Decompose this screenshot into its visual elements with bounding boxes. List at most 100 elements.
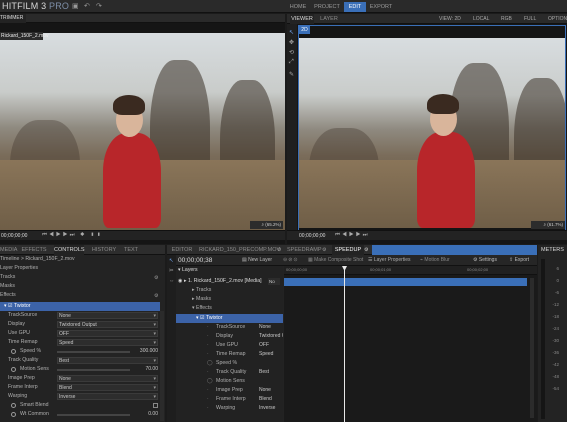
save-icon[interactable]: ▣	[72, 3, 79, 10]
tab-history[interactable]: HISTORY	[90, 245, 118, 255]
export-button[interactable]: ⇪ Export	[509, 255, 529, 266]
keyframe-toggle-icon[interactable]: ◯	[207, 378, 213, 384]
tab-speedup-gear-icon[interactable]: ⚙	[364, 247, 368, 253]
keyframe-toggle-icon[interactable]	[11, 367, 16, 372]
tab-speedup[interactable]: SPEEDUP	[332, 245, 364, 255]
control-prop-slider[interactable]	[57, 351, 130, 353]
timeline-scrollbar[interactable]	[530, 278, 534, 418]
tab-rickard-precomp[interactable]: RICKARD_150_PRECOMP.MOV	[199, 245, 280, 255]
nav-tab-edit[interactable]: EDIT	[344, 2, 366, 12]
tab-effects[interactable]: EFFECTS	[20, 245, 48, 255]
layer-blend-select[interactable]: No	[268, 278, 280, 285]
editor-prop-value[interactable]: Speed	[259, 351, 283, 358]
control-prop-dropdown[interactable]: None ▾	[57, 312, 158, 319]
new-layer-button[interactable]: ▤ New Layer	[242, 255, 272, 266]
options-menu[interactable]: OPTIONS	[548, 14, 567, 24]
pan-tool-icon[interactable]: ✥	[289, 39, 294, 46]
keyframe-toggle-icon[interactable]	[11, 403, 16, 408]
viewer-transport-buttons[interactable]: ⏮◀▶▶⏭	[335, 231, 370, 240]
undo-icon[interactable]: ↶	[84, 3, 91, 10]
control-prop-dropdown[interactable]: Inverse ▾	[57, 393, 158, 400]
tracks-gear-icon[interactable]: ⚙	[154, 275, 158, 281]
tab-layer[interactable]: LAYER	[319, 14, 339, 24]
keyframe-toggle-icon[interactable]: ◯	[207, 360, 213, 366]
layer-properties-button[interactable]: ☰ Layer Properties	[368, 255, 411, 266]
control-prop-dropdown[interactable]: Best ▾	[57, 357, 158, 364]
keyframe-toggle-icon[interactable]	[11, 349, 16, 354]
control-prop-slider[interactable]	[57, 414, 130, 416]
editor-prop-value[interactable]: None	[259, 387, 283, 394]
editor-panel: EDITOR RICKARD_150_PRECOMP.MOV ⚙ SPEEDRA…	[167, 245, 537, 422]
timeline-ruler[interactable]: 00;00;00;00 00;00;01;00 00;00;02;00	[284, 266, 537, 275]
tab-editor[interactable]: EDITOR	[169, 245, 195, 255]
trimmer-tab[interactable]: TRIMMER	[0, 14, 26, 23]
control-prop-dropdown[interactable]: OFF ▾	[57, 330, 158, 337]
mask-tool-icon[interactable]: ✎	[289, 71, 294, 78]
timeline-clip[interactable]	[284, 278, 527, 286]
layers-header[interactable]: ▾ Layers	[178, 266, 198, 275]
editor-prop-value[interactable]: Twixtored Ou	[259, 333, 283, 340]
tab-viewer[interactable]: VIEWER	[290, 14, 314, 24]
timeline-area[interactable]: 00;00;00;00 00;00;01;00 00;00;02;00	[284, 266, 537, 422]
section-layer-properties[interactable]: Layer Properties	[0, 264, 38, 273]
editor-slice-icon[interactable]: ✂	[169, 268, 174, 274]
trimmer-transport-buttons[interactable]: ⏮◀▶▶⏭ ◆ ▮▮	[42, 231, 103, 240]
tab-media[interactable]: MEDIA	[0, 245, 17, 255]
editor-select-icon[interactable]: ↖	[169, 258, 174, 264]
controls-scrollbar[interactable]	[160, 311, 164, 421]
layer-tracks[interactable]: ▸ Tracks	[192, 286, 211, 295]
effects-gear-icon[interactable]: ⚙	[154, 293, 158, 299]
editor-prop-value[interactable]: Best	[259, 369, 283, 376]
tab-text[interactable]: TEXT	[122, 245, 140, 255]
editor-slip-icon[interactable]: ⇔	[169, 278, 175, 284]
editor-prop-value[interactable]: Blend	[259, 396, 283, 403]
nav-tab-export[interactable]: EXPORT	[368, 2, 394, 12]
rotate-tool-icon[interactable]: ⟲	[289, 49, 294, 56]
viewer-video[interactable]	[299, 38, 565, 228]
layer-masks[interactable]: ▸ Masks	[192, 295, 211, 304]
motion-blur-button[interactable]: ⌁ Motion Blur	[420, 255, 450, 266]
editor-prop-value[interactable]: OFF	[259, 342, 283, 349]
space-select[interactable]: LOCAL	[473, 14, 489, 24]
trimmer-video[interactable]	[0, 33, 285, 230]
control-prop-dropdown[interactable]: Speed ▾	[57, 339, 158, 346]
layer-effects[interactable]: ▾ Effects	[192, 304, 212, 313]
trimmer-zoom[interactable]: ⌕ (65.2%)	[250, 221, 283, 229]
control-prop-number[interactable]: 0.00	[134, 411, 158, 418]
playhead[interactable]	[344, 266, 345, 422]
section-effects[interactable]: Effects	[0, 291, 16, 300]
control-prop-number[interactable]: 300.000	[134, 348, 158, 355]
tab-meters[interactable]: METERS	[538, 245, 567, 255]
select-tool-icon[interactable]: ↖	[289, 29, 294, 36]
view-mode-select[interactable]: VIEW: 2D	[439, 14, 461, 24]
keyframe-toggle-icon[interactable]	[11, 412, 16, 417]
tab-controls[interactable]: CONTROLS	[54, 245, 85, 255]
section-tracks[interactable]: Tracks	[0, 273, 15, 282]
quality-select[interactable]: FULL	[524, 14, 536, 24]
editor-prop-value[interactable]: None	[259, 324, 283, 331]
effect-twixtor-row[interactable]: ▾ ☑ Twixtor	[0, 302, 160, 311]
control-prop-dropdown[interactable]: None ▾	[57, 375, 158, 382]
tab-speedramp-gear-icon[interactable]: ⚙	[322, 247, 326, 253]
settings-button[interactable]: ⚙ Settings	[473, 255, 497, 266]
section-masks[interactable]: Masks	[0, 282, 15, 291]
control-prop-dropdown[interactable]: Twixtored Output ▾	[57, 321, 158, 328]
editor-prop-value[interactable]: Inverse	[259, 405, 283, 412]
viewer-zoom[interactable]: ⌕ (61.7%)	[531, 221, 565, 229]
layer-masks-label: Masks	[196, 296, 212, 302]
control-prop-number[interactable]: 70.00	[134, 366, 158, 373]
tab-speedramp[interactable]: SPEEDRAMP	[287, 245, 322, 255]
control-prop-dropdown[interactable]: Blend ▾	[57, 384, 158, 391]
redo-icon[interactable]: ↷	[96, 3, 103, 10]
edit-tools-icons[interactable]: ⊖⊘⊙	[283, 255, 299, 266]
make-composite-button[interactable]: ▦ Make Composite Shot	[308, 255, 363, 266]
channel-select[interactable]: RGB	[501, 14, 512, 24]
tab-rickard-gear-icon[interactable]: ⚙	[277, 247, 281, 253]
control-prop-checkbox[interactable]	[153, 403, 158, 408]
trimmer-zoom-value: (65.2%)	[265, 222, 281, 227]
control-prop-slider[interactable]	[57, 369, 130, 371]
nav-tab-project[interactable]: PROJECT	[312, 2, 342, 12]
nav-tab-home[interactable]: HOME	[286, 2, 310, 12]
scale-tool-icon[interactable]: ⤢	[289, 59, 294, 66]
layer-effect-twixtor[interactable]: ▾ ☑ Twixtor	[176, 314, 283, 323]
